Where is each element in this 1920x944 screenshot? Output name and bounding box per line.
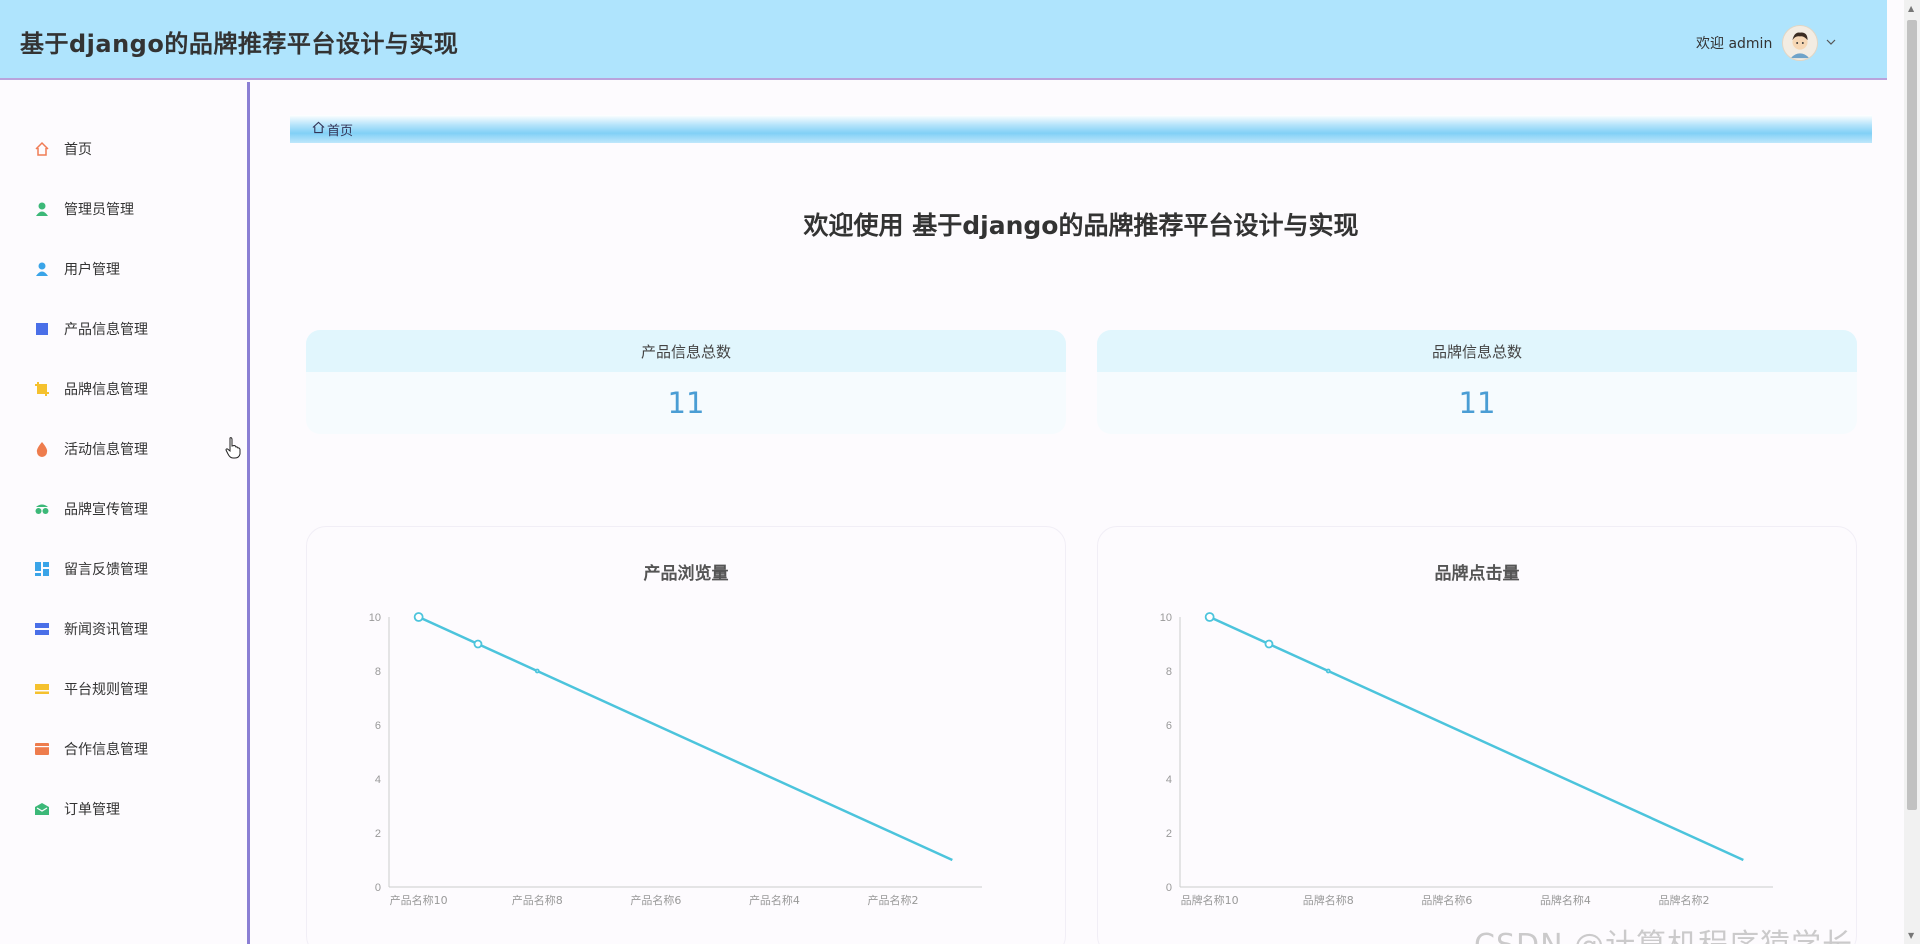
y-tick-label: 4 <box>1166 774 1172 786</box>
sidebar-item-label: 用户管理 <box>64 262 120 278</box>
stat-card-products: 产品信息总数 11 <box>306 330 1066 434</box>
breadcrumb-home-link[interactable]: 首页 <box>327 120 353 139</box>
y-tick-label: 6 <box>1166 720 1172 732</box>
sidebar-item-activities[interactable]: 活动信息管理 <box>34 437 148 461</box>
page-scrollbar[interactable]: ▲ ▼ <box>1904 0 1920 944</box>
server-icon <box>34 621 50 637</box>
envelope-icon <box>34 801 50 817</box>
stat-label: 品牌信息总数 <box>1097 330 1857 372</box>
y-tick-label: 10 <box>1160 612 1172 624</box>
y-tick-label: 4 <box>375 774 381 786</box>
sidebar-item-label: 品牌宣传管理 <box>64 502 148 518</box>
sidebar-item-label: 留言反馈管理 <box>64 562 148 578</box>
card-icon <box>34 681 50 697</box>
page-title: 欢迎使用 基于django的品牌推荐平台设计与实现 <box>803 211 1359 240</box>
sidebar-item-products[interactable]: 产品信息管理 <box>34 317 148 341</box>
x-tick-label: 产品名称10 <box>390 893 448 907</box>
sidebar-item-cooperation[interactable]: 合作信息管理 <box>34 737 148 761</box>
admin-user-icon <box>34 201 50 217</box>
data-point <box>1325 668 1331 674</box>
folder-icon <box>34 741 50 757</box>
sidebar-item-brands[interactable]: 品牌信息管理 <box>34 377 148 401</box>
app-title: 基于django的品牌推荐平台设计与实现 <box>20 30 459 58</box>
stat-value: 11 <box>667 386 705 420</box>
scroll-down-icon[interactable]: ▼ <box>1908 931 1914 940</box>
home-icon <box>34 141 50 157</box>
x-tick-label: 品牌名称6 <box>1421 893 1472 907</box>
chart-card-product-views: 产品浏览量 0 2 4 6 8 10 产品名称10 产品名称8 产品名称6 产品名称4 产品名称2 <box>306 526 1066 944</box>
product-views-line-chart: 0 2 4 6 8 10 产品名称10 产品名称8 产品名称6 产品名称4 产品名称2 <box>369 612 982 907</box>
scroll-thumb[interactable] <box>1907 20 1917 810</box>
sidebar-item-users[interactable]: 用户管理 <box>34 257 120 281</box>
y-tick-label: 8 <box>375 666 381 678</box>
sidebar-item-orders[interactable]: 订单管理 <box>34 797 120 821</box>
x-tick-label: 产品名称8 <box>512 893 563 907</box>
scroll-up-icon[interactable]: ▲ <box>1908 4 1914 13</box>
data-point <box>534 668 540 674</box>
x-tick-label: 品牌名称2 <box>1659 893 1710 907</box>
sidebar-item-label: 活动信息管理 <box>64 442 148 458</box>
y-tick-label: 0 <box>1166 882 1172 894</box>
watermark: CSDN @计算机程序猿学长 <box>1474 920 1853 944</box>
x-tick-label: 品牌名称10 <box>1181 893 1239 907</box>
x-tick-label: 产品名称4 <box>749 893 800 907</box>
sidebar-item-news[interactable]: 新闻资讯管理 <box>34 617 148 641</box>
sidebar-item-admin[interactable]: 管理员管理 <box>34 197 134 221</box>
sidebar-item-rules[interactable]: 平台规则管理 <box>34 677 148 701</box>
welcome-text: 欢迎 admin <box>1696 36 1773 52</box>
drop-icon <box>34 441 50 457</box>
data-point <box>1204 612 1215 622</box>
sidebar-item-label: 订单管理 <box>64 802 120 818</box>
grid-icon <box>34 561 50 577</box>
home-icon[interactable] <box>312 121 325 138</box>
sidebar: 首页 管理员管理 用户管理 产品信息管理 品牌信息管理 活动信息管理 品牌宣传管… <box>0 82 250 944</box>
y-tick-label: 10 <box>369 612 381 624</box>
sidebar-item-feedback[interactable]: 留言反馈管理 <box>34 557 148 581</box>
top-header: 基于django的品牌推荐平台设计与实现 欢迎 admin <box>0 0 1887 80</box>
crop-icon <box>34 381 50 397</box>
x-tick-label: 产品名称6 <box>630 893 681 907</box>
y-tick-label: 2 <box>375 828 381 840</box>
sidebar-item-label: 产品信息管理 <box>64 322 148 338</box>
stat-label: 产品信息总数 <box>306 330 1066 372</box>
chart-card-brand-clicks: 品牌点击量 0 2 4 6 8 10 品牌名称10 品牌名称8 品牌名称6 品牌名称4 品牌名称2 <box>1097 526 1857 944</box>
sidebar-item-label: 首页 <box>64 142 92 158</box>
data-point <box>1264 639 1274 649</box>
x-tick-label: 品牌名称4 <box>1540 893 1591 907</box>
stat-card-brands: 品牌信息总数 11 <box>1097 330 1857 434</box>
sidebar-item-label: 品牌信息管理 <box>64 382 148 398</box>
sidebar-item-label: 管理员管理 <box>64 202 134 218</box>
user-menu[interactable]: 欢迎 admin <box>1696 25 1836 61</box>
series-line <box>1209 615 1744 862</box>
y-tick-label: 6 <box>375 720 381 732</box>
y-tick-label: 2 <box>1166 828 1172 840</box>
sidebar-item-promotion[interactable]: 品牌宣传管理 <box>34 497 148 521</box>
sidebar-item-label: 新闻资讯管理 <box>64 622 148 638</box>
sidebar-item-home[interactable]: 首页 <box>34 137 92 161</box>
hand-cursor-icon <box>224 436 242 460</box>
avatar[interactable] <box>1782 25 1819 61</box>
sidebar-item-label: 合作信息管理 <box>64 742 148 758</box>
breadcrumb: 首页 <box>290 115 1872 143</box>
y-tick-label: 8 <box>1166 666 1172 678</box>
series-line <box>418 615 953 862</box>
stat-value: 11 <box>1458 386 1496 420</box>
data-point <box>473 639 483 649</box>
x-tick-label: 产品名称2 <box>868 893 919 907</box>
x-tick-label: 品牌名称8 <box>1303 893 1354 907</box>
sidebar-item-label: 平台规则管理 <box>64 682 148 698</box>
glasses-icon <box>34 501 50 517</box>
data-point <box>413 612 424 622</box>
brand-clicks-line-chart: 0 2 4 6 8 10 品牌名称10 品牌名称8 品牌名称6 品牌名称4 品牌名称2 <box>1160 612 1773 907</box>
chevron-down-icon[interactable] <box>1826 36 1836 50</box>
square-icon <box>34 321 50 337</box>
y-tick-label: 0 <box>375 882 381 894</box>
user-icon <box>34 261 50 277</box>
